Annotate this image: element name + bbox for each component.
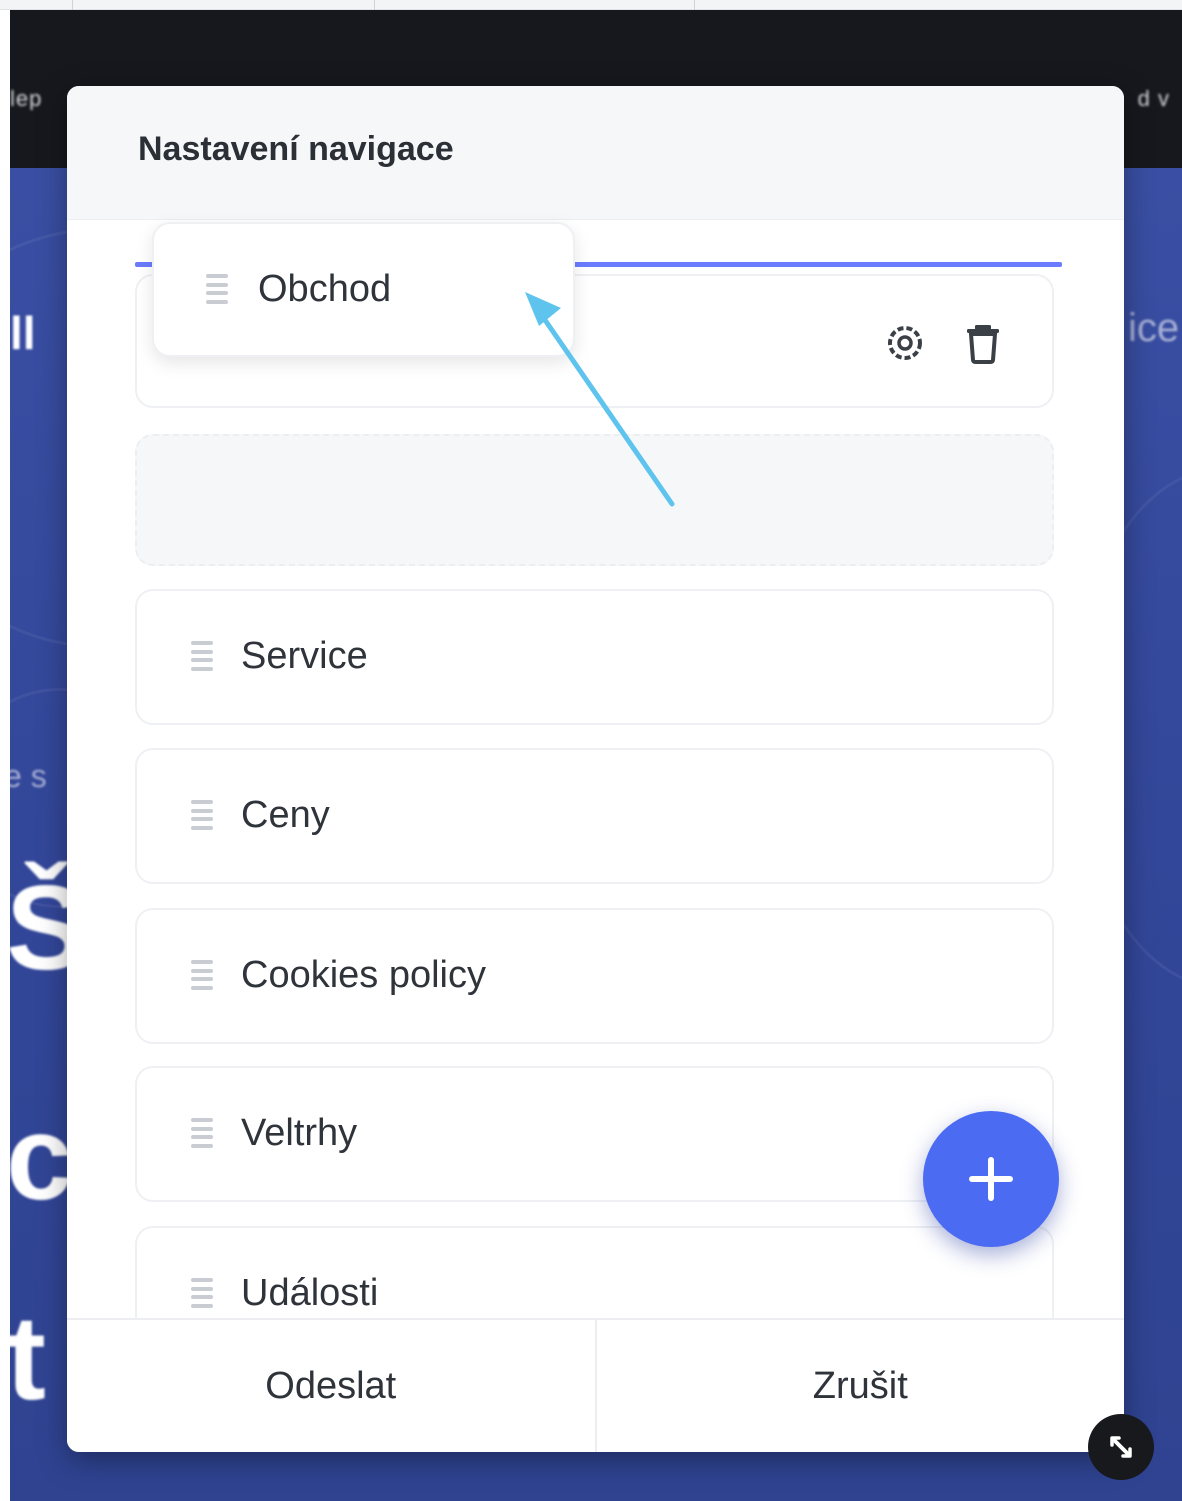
dialog-title: Nastavení navigace [138, 130, 454, 168]
settings-icon[interactable] [884, 322, 926, 364]
nav-item-card[interactable]: Cookies policy [135, 908, 1054, 1044]
drag-handle-icon[interactable] [191, 1278, 213, 1308]
drag-handle-icon[interactable] [191, 1118, 213, 1148]
plus-icon [969, 1157, 1013, 1201]
hero-text-fragment: ll [10, 307, 36, 359]
nav-item-label: Service [241, 635, 368, 677]
nav-item-card[interactable]: Service [135, 589, 1054, 725]
add-nav-item-button[interactable] [923, 1111, 1059, 1247]
card-actions [884, 322, 1004, 364]
hero-text-fragment: t [10, 1291, 46, 1425]
hero-text-fragment: e s [10, 758, 47, 794]
resize-handle[interactable] [1088, 1414, 1154, 1480]
drag-handle-icon[interactable] [191, 800, 213, 830]
divider [374, 0, 375, 10]
dragged-nav-item-label: Obchod [258, 268, 392, 310]
divider [694, 0, 695, 10]
drag-handle-icon[interactable] [206, 274, 228, 304]
nav-item-card[interactable]: Ceny [135, 748, 1054, 884]
nav-item-label: Cookies policy [241, 954, 486, 996]
submit-button[interactable]: Odeslat [67, 1320, 595, 1452]
trash-icon[interactable] [962, 322, 1004, 364]
navigation-settings-dialog: Nastavení navigace Service Ceny Cookies … [67, 86, 1124, 1452]
cancel-button[interactable]: Zrušit [594, 1320, 1125, 1452]
browser-top-strip [0, 0, 1182, 10]
dialog-header: Nastavení navigace [67, 86, 1124, 220]
dialog-footer: Odeslat Zrušit [67, 1318, 1124, 1452]
dragged-nav-item[interactable]: Obchod [152, 222, 575, 357]
nav-item-label: Veltrhy [241, 1112, 358, 1154]
divider [72, 0, 73, 10]
hero-text-fragment: c [10, 1091, 73, 1225]
nav-item-label: Ceny [241, 794, 330, 836]
drop-placeholder [135, 434, 1054, 566]
nav-item-card[interactable]: Veltrhy [135, 1066, 1054, 1202]
hero-text-fragment: ice [1128, 306, 1180, 350]
drag-handle-icon[interactable] [191, 960, 213, 990]
resize-icon [1110, 1436, 1132, 1458]
nav-item-label: Události [241, 1272, 379, 1314]
drag-handle-icon[interactable] [191, 641, 213, 671]
